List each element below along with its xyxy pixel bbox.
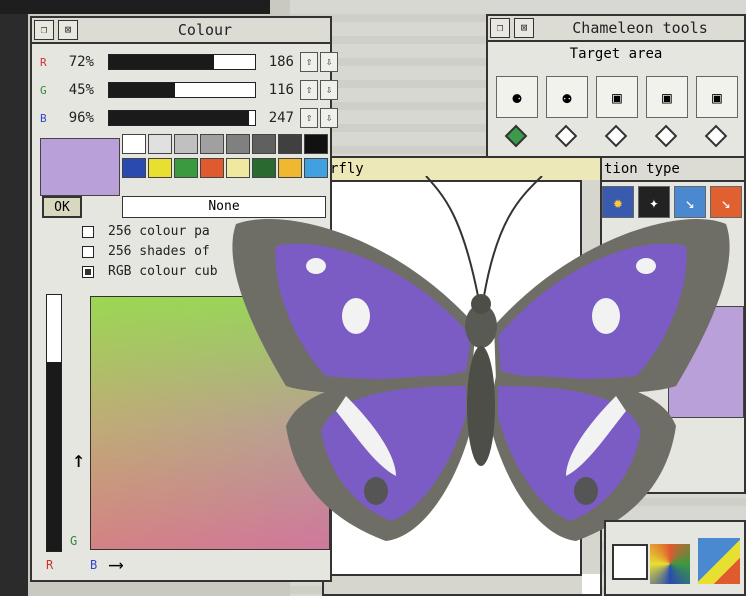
red-row: R 72% 186 ⇧ ⇩ xyxy=(40,52,338,72)
blue-down-arrow-icon[interactable]: ⇩ xyxy=(320,108,338,128)
palette-swatch[interactable] xyxy=(122,134,146,154)
green-up-arrow-icon[interactable]: ⇧ xyxy=(300,80,318,100)
target-radio-2[interactable] xyxy=(554,124,578,148)
green-percent: 45% xyxy=(68,82,94,98)
radio-256-shades[interactable] xyxy=(82,245,94,258)
blue-slider[interactable] xyxy=(108,110,256,126)
palette-swatch[interactable] xyxy=(174,158,198,178)
ok-button[interactable]: OK xyxy=(42,196,82,218)
target-mode-4-icon[interactable]: ▣ xyxy=(646,76,688,118)
action-type-label: tion type xyxy=(604,161,680,177)
radio-256-palette[interactable] xyxy=(82,225,94,238)
palette-icon[interactable] xyxy=(650,544,690,584)
option-256-palette[interactable]: 256 colour pa xyxy=(82,224,210,239)
chameleon-titlebar[interactable]: ❐ ⊠ Chameleon tools xyxy=(488,16,744,42)
green-axis-label: G xyxy=(70,534,78,548)
palette-swatch[interactable] xyxy=(252,158,276,178)
red-value[interactable]: 186 xyxy=(256,54,294,70)
target-radio-4[interactable] xyxy=(654,124,678,148)
target-area-label: Target area xyxy=(569,46,663,62)
blue-label: B xyxy=(40,111,47,125)
red-axis-label: R xyxy=(46,558,54,572)
green-slider-fill xyxy=(109,83,175,97)
close-icon[interactable]: ⊠ xyxy=(58,20,78,40)
desktop-edge xyxy=(0,0,28,596)
palette-swatch[interactable] xyxy=(174,134,198,154)
back-icon[interactable]: ❐ xyxy=(34,20,54,40)
chameleon-title: Chameleon tools xyxy=(572,19,708,37)
green-axis-fill xyxy=(47,361,61,551)
red-up-arrow-icon[interactable]: ⇧ xyxy=(300,52,318,72)
back-icon[interactable]: ❐ xyxy=(490,18,510,38)
butterfly-illustration xyxy=(232,176,730,541)
target-mode-3-icon[interactable]: ▣ xyxy=(596,76,638,118)
palette-swatch[interactable] xyxy=(226,134,250,154)
close-icon[interactable]: ⊠ xyxy=(514,18,534,38)
up-arrow-icon: ↑ xyxy=(72,448,86,473)
palette-swatch[interactable] xyxy=(122,158,146,178)
green-down-arrow-icon[interactable]: ⇩ xyxy=(320,80,338,100)
blue-value[interactable]: 247 xyxy=(256,110,294,126)
paint-icon[interactable] xyxy=(698,538,740,584)
red-label: R xyxy=(40,55,47,69)
target-mode-5-icon[interactable]: ▣ xyxy=(696,76,738,118)
palette-swatch[interactable] xyxy=(304,158,328,178)
blue-axis-label: B xyxy=(90,558,98,572)
red-slider[interactable] xyxy=(108,54,256,70)
right-arrow-icon: ⟶ xyxy=(110,552,123,576)
current-colour-swatch xyxy=(40,138,120,196)
colour-titlebar[interactable]: ❐ ⊠ Colour xyxy=(32,18,330,44)
palette-swatch[interactable] xyxy=(252,134,276,154)
blue-up-arrow-icon[interactable]: ⇧ xyxy=(300,108,318,128)
copy-icon[interactable] xyxy=(612,544,648,580)
target-mode-2-icon[interactable]: ⚉ xyxy=(546,76,588,118)
option-rgb-cube[interactable]: RGB colour cub xyxy=(82,264,218,279)
green-row: G 45% 116 ⇧ ⇩ xyxy=(40,80,338,100)
red-slider-fill xyxy=(109,55,215,69)
palette-swatch[interactable] xyxy=(278,134,302,154)
green-axis-slider[interactable] xyxy=(46,294,62,552)
green-value[interactable]: 116 xyxy=(256,82,294,98)
palette-swatch[interactable] xyxy=(200,134,224,154)
option-256-palette-label: 256 colour pa xyxy=(108,224,210,239)
colour-title: Colour xyxy=(177,21,233,39)
target-radio-1[interactable] xyxy=(504,124,528,148)
target-radio-5[interactable] xyxy=(704,124,728,148)
bottom-toolbar xyxy=(604,520,746,596)
palette-swatch[interactable] xyxy=(278,158,302,178)
radio-rgb-cube[interactable] xyxy=(82,265,94,278)
palette-swatch[interactable] xyxy=(148,134,172,154)
option-256-shades[interactable]: 256 shades of xyxy=(82,244,210,259)
palette-swatch[interactable] xyxy=(148,158,172,178)
palette-swatch[interactable] xyxy=(304,134,328,154)
blue-slider-fill xyxy=(109,111,250,125)
palette-swatch[interactable] xyxy=(200,158,224,178)
green-label: G xyxy=(40,83,47,97)
target-radio-3[interactable] xyxy=(604,124,628,148)
horizontal-scrollbar[interactable] xyxy=(324,574,582,594)
blue-percent: 96% xyxy=(68,110,94,126)
green-slider[interactable] xyxy=(108,82,256,98)
option-256-shades-label: 256 shades of xyxy=(108,244,210,259)
palette-swatch[interactable] xyxy=(226,158,250,178)
blue-row: B 96% 247 ⇧ ⇩ xyxy=(40,108,338,128)
option-rgb-cube-label: RGB colour cub xyxy=(108,264,218,279)
red-percent: 72% xyxy=(68,54,94,70)
desktop-top-edge xyxy=(0,0,270,14)
red-down-arrow-icon[interactable]: ⇩ xyxy=(320,52,338,72)
target-mode-1-icon[interactable]: ⚈ xyxy=(496,76,538,118)
